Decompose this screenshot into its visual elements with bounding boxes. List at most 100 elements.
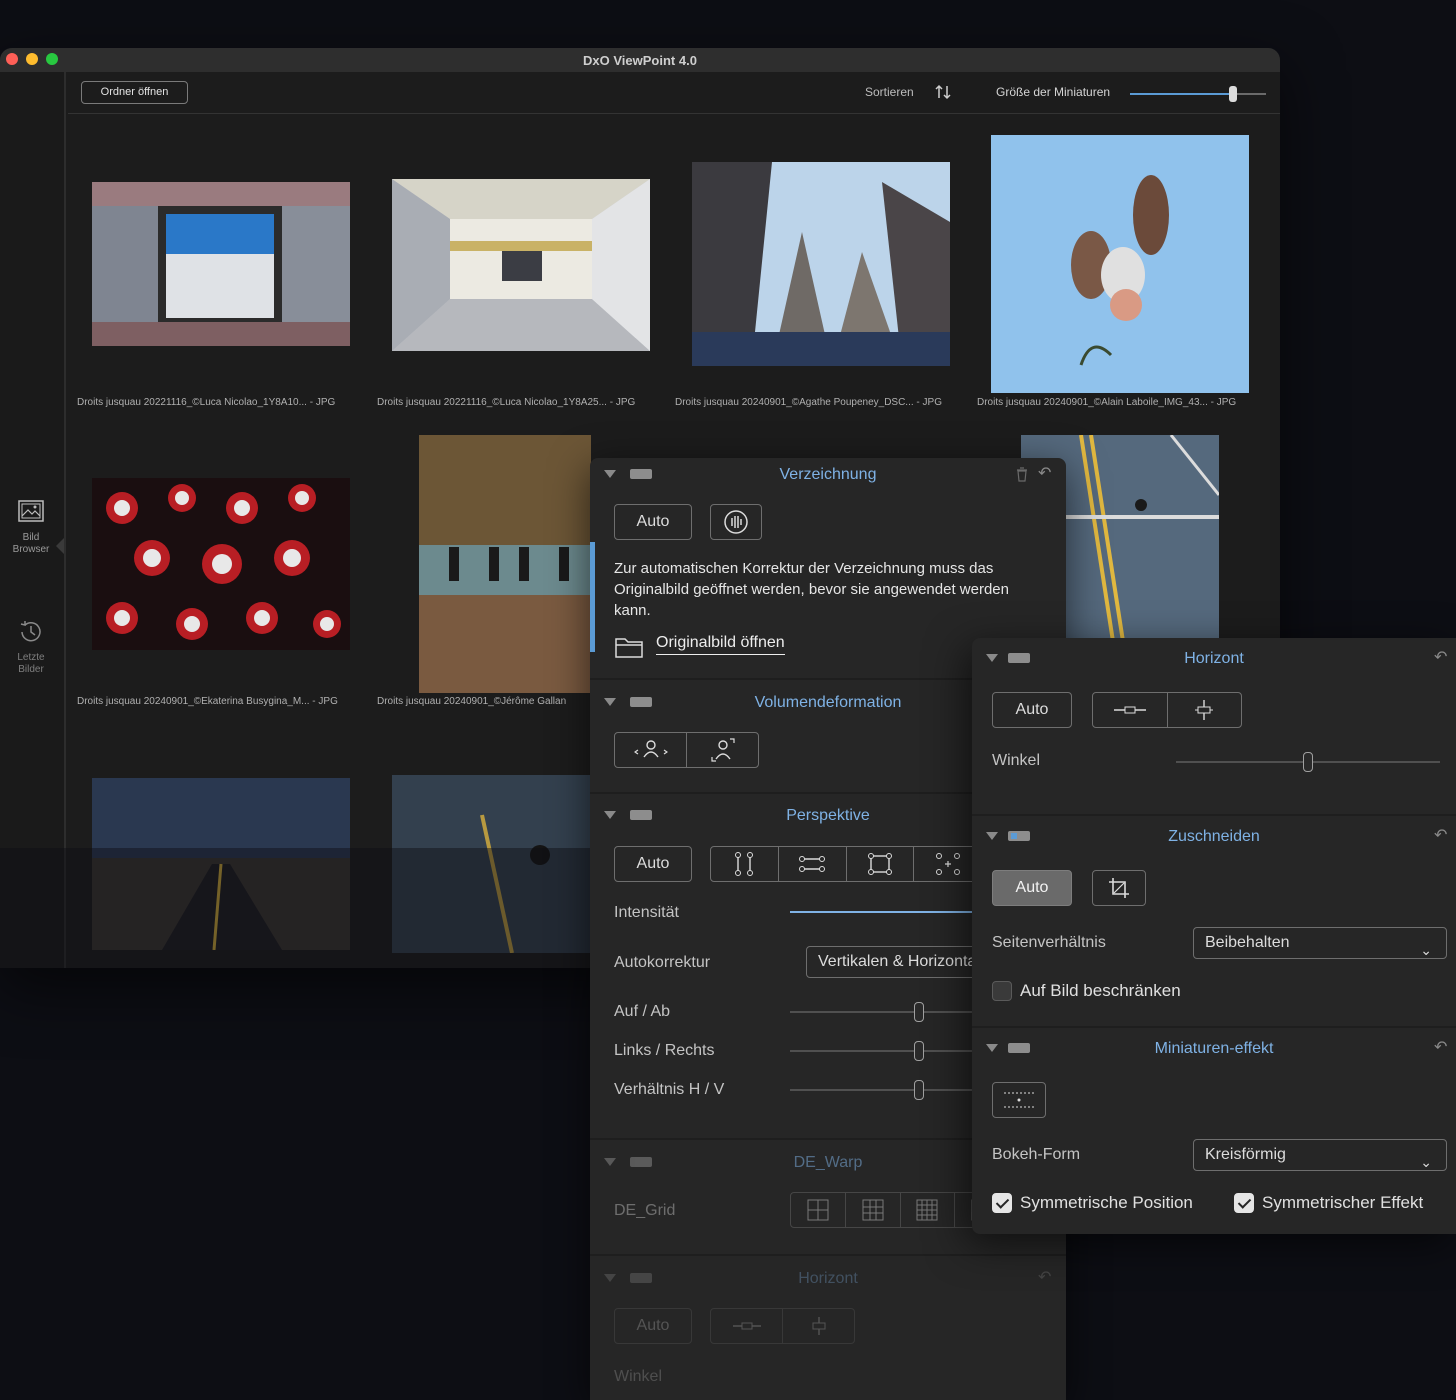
slider-knob[interactable] [1229, 86, 1238, 102]
thumbnail-image[interactable] [991, 135, 1249, 393]
perspective-mode-segmented[interactable] [710, 846, 982, 882]
thumbnail-image[interactable] [92, 182, 350, 346]
angle-label: Winkel [614, 1368, 663, 1385]
angle-slider[interactable] [1176, 752, 1440, 772]
sidebar-item-label: Letzte [17, 652, 45, 663]
sidebar-item-image-browser[interactable]: Bild Browser [0, 498, 62, 556]
section-divider [590, 1254, 1066, 1256]
section-title: Zuschneiden [1168, 828, 1260, 845]
perspective-horizontal-button[interactable] [779, 847, 847, 881]
bokeh-shape-value: Kreisförmig [1205, 1146, 1286, 1163]
correction-panel-right: Horizont ↶ Auto Winkel Zuschneiden ↶ Aut… [972, 638, 1456, 1234]
slider-knob[interactable] [914, 1002, 925, 1022]
updown-slider[interactable] [790, 1002, 980, 1022]
section-title: Miniaturen-effekt [1154, 1040, 1274, 1057]
thumbnail-caption: Droits jusquau 20240901_©Alain Laboile_I… [977, 397, 1237, 408]
slider-knob[interactable] [914, 1041, 925, 1061]
volume-mode-diagonal-button[interactable] [687, 733, 758, 767]
horizon-line-button[interactable] [711, 1309, 783, 1343]
limit-to-image-label: Auf Bild beschränken [1020, 981, 1181, 1000]
horizon-mode-segmented[interactable] [710, 1308, 855, 1344]
section-header-zuschneiden[interactable]: Zuschneiden ↶ [972, 822, 1456, 850]
auto-button[interactable]: Auto [992, 870, 1072, 906]
maximize-window-button[interactable] [46, 53, 58, 65]
section-divider [972, 814, 1456, 816]
thumbnail-image[interactable] [92, 478, 350, 650]
perspective-rectangle-button[interactable] [847, 847, 915, 881]
auto-button[interactable]: Auto [614, 504, 692, 540]
thumbnail-size-label: Größe der Miniaturen [996, 85, 1111, 99]
open-folder-button[interactable]: Ordner öffnen [81, 81, 188, 104]
bokeh-shape-select[interactable]: Kreisförmig ⌄ [1193, 1139, 1447, 1171]
close-window-button[interactable] [6, 53, 18, 65]
intensity-label: Intensität [614, 904, 679, 921]
grid-4x4-button[interactable] [901, 1193, 956, 1227]
symmetric-effect-label: Symmetrischer Effekt [1262, 1193, 1424, 1212]
volume-mode-segmented[interactable] [614, 732, 759, 768]
leftright-label: Links / Rechts [614, 1042, 715, 1059]
history-icon [20, 621, 41, 642]
perspective-vertical-button[interactable] [711, 847, 779, 881]
horizon-line-button[interactable] [1093, 693, 1168, 727]
auto-button[interactable]: Auto [614, 846, 692, 882]
volume-mode-horizontal-button[interactable] [615, 733, 687, 767]
slider-knob[interactable] [1303, 752, 1313, 772]
aspect-ratio-value: Beibehalten [1205, 934, 1290, 951]
slider-knob[interactable] [914, 1080, 925, 1100]
open-original-link[interactable]: Originalbild öffnen [656, 634, 785, 655]
folder-icon[interactable] [614, 635, 644, 659]
section-header-verzeichnung[interactable]: Verzeichnung ↶ [590, 460, 1066, 488]
sort-arrows-icon[interactable] [934, 83, 952, 101]
sort-label[interactable]: Sortieren [865, 85, 914, 99]
grid-2x2-button[interactable] [791, 1193, 846, 1227]
crop-icon [1109, 878, 1129, 898]
section-header-horizont[interactable]: Horizont ↶ [590, 1264, 1066, 1292]
sidebar-item-recent-images[interactable]: Letzte Bilder [0, 618, 62, 676]
rectangle-points-icon [867, 853, 892, 875]
ratio-hv-label: Verhältnis H / V [614, 1081, 725, 1098]
grid-3x3-icon [862, 1199, 884, 1221]
reset-icon[interactable]: ↶ [1038, 463, 1051, 483]
symmetric-effect-checkbox[interactable] [1234, 1193, 1254, 1213]
reset-icon[interactable]: ↶ [1434, 647, 1447, 667]
aspect-ratio-select[interactable]: Beibehalten ⌄ [1193, 927, 1447, 959]
thumbnail-image[interactable] [392, 179, 650, 351]
perspective-points-button[interactable] [914, 847, 981, 881]
reset-icon[interactable]: ↶ [1434, 825, 1447, 845]
lens-profile-button[interactable] [710, 504, 762, 540]
chevron-down-icon: ⌄ [1420, 1154, 1432, 1170]
crop-button[interactable] [1092, 870, 1146, 906]
thumbnail-image[interactable] [419, 435, 591, 693]
leftright-slider[interactable] [790, 1041, 980, 1061]
grid-label: DE_Grid [614, 1202, 676, 1219]
thumbnail-size-slider[interactable] [1130, 86, 1266, 102]
sidebar-active-indicator [56, 538, 64, 554]
thumbnail-image[interactable] [692, 162, 950, 366]
auto-button[interactable]: Auto [992, 692, 1072, 728]
reset-icon[interactable]: ↶ [1434, 1037, 1447, 1057]
horizon-line-icon [1113, 706, 1146, 714]
intensity-slider[interactable] [790, 911, 980, 913]
horizon-mode-segmented[interactable] [1092, 692, 1242, 728]
image-icon [18, 500, 44, 522]
thumbnail-caption: Droits jusquau 20240901_©Agathe Poupeney… [675, 397, 942, 408]
trash-icon[interactable] [1014, 466, 1030, 482]
sidebar: Bild Browser Letzte Bilder [0, 72, 66, 968]
horizon-vertical-button[interactable] [1168, 693, 1242, 727]
auto-button[interactable]: Auto [614, 1308, 692, 1344]
window-controls [6, 53, 58, 65]
ratio-hv-slider[interactable] [790, 1080, 980, 1100]
info-message: Zur automatischen Korrektur der Verzeich… [614, 560, 1009, 619]
grid-3x3-button[interactable] [846, 1193, 901, 1227]
minimize-window-button[interactable] [26, 53, 38, 65]
person-diagonal-icon [710, 738, 735, 762]
reset-icon[interactable]: ↶ [1038, 1267, 1051, 1287]
section-header-miniatur[interactable]: Miniaturen-effekt ↶ [972, 1034, 1456, 1062]
section-header-horizont[interactable]: Horizont ↶ [972, 644, 1456, 672]
thumbnail-caption: Droits jusquau 20240901_©Jérôme Gallan [377, 696, 567, 707]
tilt-shift-button[interactable] [992, 1082, 1046, 1118]
symmetric-position-checkbox[interactable] [992, 1193, 1012, 1213]
lens-icon [724, 510, 748, 534]
horizon-vertical-button[interactable] [783, 1309, 854, 1343]
limit-to-image-checkbox[interactable] [992, 981, 1012, 1001]
